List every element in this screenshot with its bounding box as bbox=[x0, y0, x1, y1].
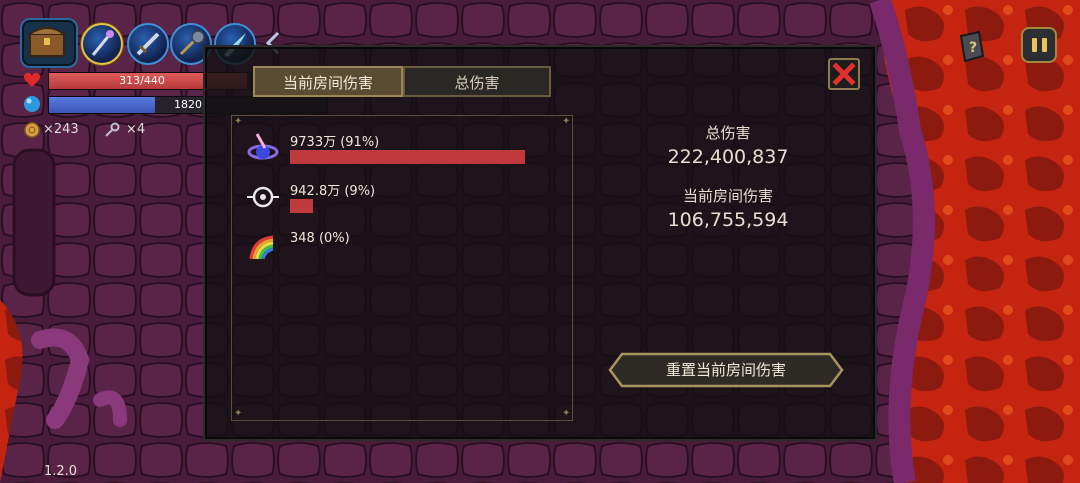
mana-orb-icon bbox=[23, 95, 41, 113]
mana-text: 1820 bbox=[174, 98, 202, 111]
pause-button[interactable] bbox=[1021, 27, 1057, 63]
svg-text:?: ? bbox=[969, 40, 977, 56]
heart-icon bbox=[23, 71, 41, 89]
help-book-icon: ? bbox=[959, 30, 985, 63]
codex-book-button[interactable]: ? bbox=[955, 30, 987, 64]
key-count: ×4 bbox=[126, 122, 146, 137]
total-damage-value: 222,400,837 bbox=[667, 146, 789, 168]
reset-room-damage-button[interactable]: 重置当前房间伤害 bbox=[608, 352, 844, 388]
reset-button-label: 重置当前房间伤害 bbox=[665, 361, 786, 379]
tab-total-damage[interactable]: 总伤害 bbox=[403, 66, 551, 97]
rainbow-icon bbox=[245, 229, 281, 265]
key-icon bbox=[104, 122, 120, 138]
sword-icon bbox=[136, 32, 160, 56]
comet-orb-icon bbox=[245, 130, 281, 166]
damage-source-1-bar bbox=[290, 150, 525, 164]
version-label: 1.2.0 bbox=[44, 464, 78, 479]
total-damage-label: 总伤害 bbox=[705, 124, 751, 142]
damage-source-3-text: 348 (0%) bbox=[290, 231, 350, 246]
weapon-slot-1[interactable] bbox=[81, 23, 123, 65]
damage-source-2-bar bbox=[290, 199, 314, 213]
inventory-chest-button[interactable] bbox=[20, 18, 78, 68]
weapon-slot-2[interactable] bbox=[127, 23, 169, 65]
gold-coin-icon bbox=[24, 122, 40, 138]
room-damage-label: 当前房间伤害 bbox=[682, 187, 773, 205]
staff-icon bbox=[91, 30, 114, 56]
close-icon bbox=[832, 62, 856, 86]
damage-source-1-text: 9733万 (91%) bbox=[290, 135, 380, 150]
damage-source-2-text: 942.8万 (9%) bbox=[290, 184, 376, 199]
close-button[interactable] bbox=[828, 58, 860, 90]
gold-count: ×243 bbox=[43, 122, 79, 137]
crosshair-eye-icon bbox=[245, 179, 281, 215]
room-damage-value: 106,755,594 bbox=[667, 209, 789, 231]
tab-current-room-damage[interactable]: 当前房间伤害 bbox=[253, 66, 403, 97]
chest-icon bbox=[29, 27, 65, 57]
